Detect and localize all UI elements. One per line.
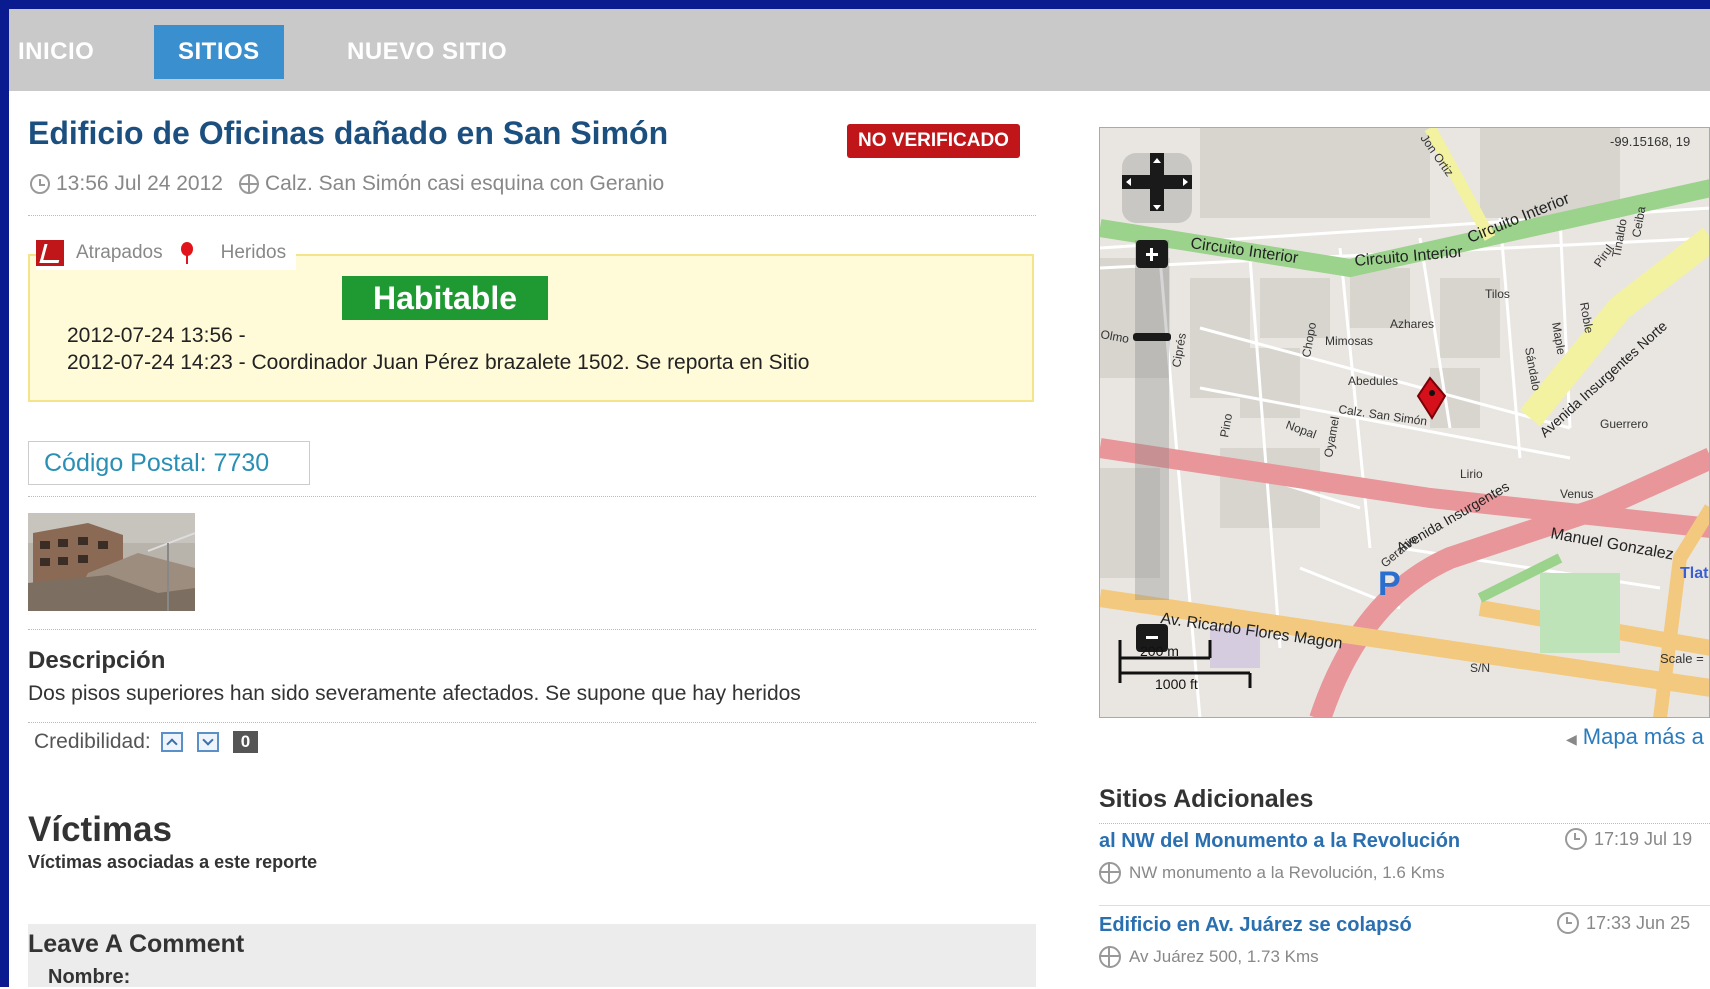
description-text: Dos pisos superiores han sido severament…	[28, 682, 801, 705]
scale-feet: 1000 ft	[1155, 676, 1198, 692]
comment-heading: Leave A Comment	[28, 930, 245, 958]
site-time: 17:19 Jul 19	[1565, 828, 1692, 850]
clock-icon	[1565, 828, 1587, 850]
divider	[1099, 823, 1710, 824]
nav-inicio[interactable]: INICIO	[18, 25, 94, 79]
site-link[interactable]: al NW del Monumento a la Revolución	[1099, 830, 1460, 853]
map-label: Azhares	[1390, 317, 1434, 331]
divider	[28, 496, 1036, 497]
location-icon	[1099, 946, 1121, 968]
vote-up-button[interactable]	[160, 732, 183, 752]
verification-badge: NO VERIFICADO	[847, 124, 1020, 158]
map-label: Mimosas	[1325, 334, 1373, 348]
divider	[1099, 905, 1710, 906]
pan-control[interactable]	[1122, 153, 1192, 223]
site-location: NW monumento a la Revolución, 1.6 Kms	[1099, 862, 1445, 884]
trapped-icon	[36, 240, 64, 266]
window-left-border	[0, 9, 9, 987]
injured-pin-icon	[180, 242, 193, 264]
parking-icon: P	[1378, 565, 1401, 603]
main-nav: INICIO SITIOS NUEVO SITIO	[9, 9, 1710, 91]
zoom-in-button[interactable]	[1136, 240, 1168, 268]
location-icon	[238, 174, 259, 194]
map-label: Venus	[1560, 487, 1593, 501]
zoom-slider-track[interactable]	[1135, 240, 1169, 600]
divider	[28, 629, 1036, 630]
nav-nuevo-sitio[interactable]: NUEVO SITIO	[347, 25, 507, 79]
categories: Atrapados Heridos	[36, 236, 297, 270]
triangle-left-icon: ◀	[1566, 731, 1577, 747]
status-history: 2012-07-24 13:56 - 2012-07-24 14:23 - Co…	[67, 322, 810, 376]
report-datetime: 13:56 Jul 24 2012	[56, 172, 223, 195]
credibility: Credibilidad: 0	[34, 730, 259, 754]
map-coords: -99.15168, 19	[1610, 134, 1690, 149]
map-label: Tilos	[1485, 287, 1510, 301]
status-habitable: Habitable	[342, 276, 548, 320]
history-entry: 2012-07-24 13:56 -	[67, 324, 246, 347]
description-heading: Descripción	[28, 647, 166, 674]
divider	[28, 722, 1036, 723]
map-scale-label: Scale =	[1660, 651, 1704, 666]
clock-icon	[30, 174, 50, 194]
map[interactable]: Circuito Interior Circuito Interior Circ…	[1099, 127, 1710, 718]
category-atrapados[interactable]: Atrapados	[76, 242, 163, 264]
postal-code: Código Postal: 7730	[28, 441, 310, 485]
window-top-border	[0, 0, 1710, 9]
more-map-link[interactable]: ◀ Mapa más a	[1566, 724, 1704, 750]
additional-sites-heading: Sitios Adicionales	[1099, 785, 1314, 813]
vote-down-button[interactable]	[196, 732, 219, 752]
nav-sitios[interactable]: SITIOS	[154, 25, 284, 79]
credibility-count: 0	[232, 731, 259, 753]
report-meta: 13:56 Jul 24 2012 Calz. San Simón casi e…	[30, 172, 664, 196]
report-photo[interactable]	[28, 513, 195, 611]
map-label: Lirio	[1460, 467, 1483, 481]
zoom-slider-handle[interactable]	[1133, 333, 1171, 341]
victims-heading: Víctimas	[28, 810, 172, 849]
scale-meters: 200 m	[1140, 643, 1179, 659]
victims-subheading: Víctimas asociadas a este reporte	[28, 852, 318, 872]
divider	[28, 215, 1036, 216]
map-label: Tlate	[1680, 565, 1710, 582]
name-label: Nombre:	[48, 966, 131, 988]
history-entry: 2012-07-24 14:23 - Coordinador Juan Pére…	[67, 351, 810, 374]
map-label: S/N	[1470, 661, 1490, 675]
map-label: Abedules	[1348, 374, 1398, 388]
clock-icon	[1557, 912, 1579, 934]
category-heridos[interactable]: Heridos	[221, 242, 286, 264]
report-location: Calz. San Simón casi esquina con Geranio	[264, 172, 665, 195]
location-icon	[1099, 862, 1121, 884]
map-label: Guerrero	[1600, 417, 1648, 431]
site-link[interactable]: Edificio en Av. Juárez se colapsó	[1099, 914, 1412, 937]
site-time: 17:33 Jun 25	[1557, 912, 1690, 934]
report-title: Edificio de Oficinas dañado en San Simón	[28, 115, 669, 151]
credibility-label: Credibilidad:	[34, 730, 151, 753]
site-location: Av Juárez 500, 1.73 Kms	[1099, 946, 1319, 968]
